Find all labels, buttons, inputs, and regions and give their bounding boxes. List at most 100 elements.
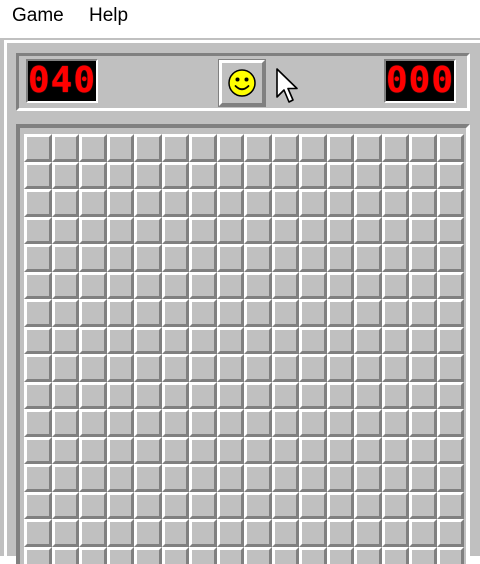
minefield-cell[interactable] [162,134,190,162]
minefield-cell[interactable] [437,519,465,547]
minefield-cell[interactable] [437,409,465,437]
minefield-cell[interactable] [189,437,217,465]
minefield-cell[interactable] [162,382,190,410]
minefield-cell[interactable] [272,382,300,410]
minefield-cell[interactable] [354,547,382,564]
minefield-cell[interactable] [272,272,300,300]
minefield-cell[interactable] [272,519,300,547]
minefield-cell[interactable] [79,437,107,465]
menu-help[interactable]: Help [89,5,128,27]
minefield-cell[interactable] [189,519,217,547]
minefield-cell[interactable] [107,162,135,190]
minefield-cell[interactable] [244,492,272,520]
minefield-cell[interactable] [217,327,245,355]
minefield-cell[interactable] [409,354,437,382]
minefield-cell[interactable] [382,299,410,327]
minefield-cell[interactable] [162,464,190,492]
minefield-cell[interactable] [244,299,272,327]
minefield-cell[interactable] [134,162,162,190]
minefield-cell[interactable] [299,437,327,465]
minefield-cell[interactable] [217,244,245,272]
minefield-cell[interactable] [134,189,162,217]
minefield-cell[interactable] [52,162,80,190]
minefield-cell[interactable] [409,217,437,245]
minefield-cell[interactable] [272,162,300,190]
minefield-cell[interactable] [327,189,355,217]
minefield-cell[interactable] [409,189,437,217]
minefield-cell[interactable] [299,272,327,300]
minefield-cell[interactable] [24,382,52,410]
minefield-cell[interactable] [107,382,135,410]
minefield-cell[interactable] [354,409,382,437]
minefield-cell[interactable] [162,189,190,217]
minefield-cell[interactable] [382,354,410,382]
minefield-cell[interactable] [354,217,382,245]
minefield-cell[interactable] [24,354,52,382]
minefield-cell[interactable] [327,272,355,300]
minefield-cell[interactable] [134,464,162,492]
minefield-cell[interactable] [189,244,217,272]
minefield-cell[interactable] [327,382,355,410]
minefield-cell[interactable] [244,547,272,564]
minefield-cell[interactable] [107,519,135,547]
minefield-cell[interactable] [327,547,355,564]
minefield-cell[interactable] [189,272,217,300]
minefield-cell[interactable] [354,382,382,410]
minefield-cell[interactable] [244,272,272,300]
minefield-cell[interactable] [189,327,217,355]
minefield-cell[interactable] [107,409,135,437]
minefield-cell[interactable] [79,299,107,327]
minefield-cell[interactable] [272,244,300,272]
minefield-cell[interactable] [52,134,80,162]
minefield-cell[interactable] [134,244,162,272]
minefield-cell[interactable] [354,189,382,217]
minefield-cell[interactable] [217,437,245,465]
minefield-cell[interactable] [24,464,52,492]
minefield-cell[interactable] [52,547,80,564]
minefield-cell[interactable] [107,299,135,327]
minefield-cell[interactable] [162,492,190,520]
minefield-cell[interactable] [24,244,52,272]
minefield-cell[interactable] [244,382,272,410]
minefield-cell[interactable] [134,382,162,410]
minefield-cell[interactable] [409,162,437,190]
minefield-cell[interactable] [24,217,52,245]
minefield-cell[interactable] [162,409,190,437]
minefield-cell[interactable] [272,492,300,520]
minefield-cell[interactable] [162,437,190,465]
minefield-cell[interactable] [409,299,437,327]
minefield-cell[interactable] [244,327,272,355]
minefield-cell[interactable] [299,244,327,272]
minefield-cell[interactable] [189,217,217,245]
minefield-cell[interactable] [107,217,135,245]
minefield-cell[interactable] [244,354,272,382]
minefield-cell[interactable] [437,492,465,520]
minefield-cell[interactable] [189,134,217,162]
minefield-cell[interactable] [354,162,382,190]
minefield-cell[interactable] [134,217,162,245]
minefield-cell[interactable] [244,217,272,245]
minefield-cell[interactable] [437,547,465,564]
minefield-cell[interactable] [244,519,272,547]
minefield-cell[interactable] [327,519,355,547]
minefield-cell[interactable] [52,354,80,382]
minefield-cell[interactable] [272,327,300,355]
minefield-cell[interactable] [79,382,107,410]
minefield-cell[interactable] [217,354,245,382]
minefield-cell[interactable] [162,519,190,547]
minefield-cell[interactable] [107,272,135,300]
minefield-cell[interactable] [382,547,410,564]
minefield-cell[interactable] [272,464,300,492]
minefield-cell[interactable] [107,437,135,465]
minefield-cell[interactable] [354,492,382,520]
minefield-cell[interactable] [272,189,300,217]
minefield-cell[interactable] [382,327,410,355]
minefield-cell[interactable] [409,519,437,547]
minefield-cell[interactable] [437,272,465,300]
minefield-cell[interactable] [327,217,355,245]
minefield-cell[interactable] [107,327,135,355]
minefield-cell[interactable] [244,244,272,272]
minefield-cell[interactable] [299,409,327,437]
menu-game[interactable]: Game [12,5,64,27]
minefield-cell[interactable] [24,547,52,564]
